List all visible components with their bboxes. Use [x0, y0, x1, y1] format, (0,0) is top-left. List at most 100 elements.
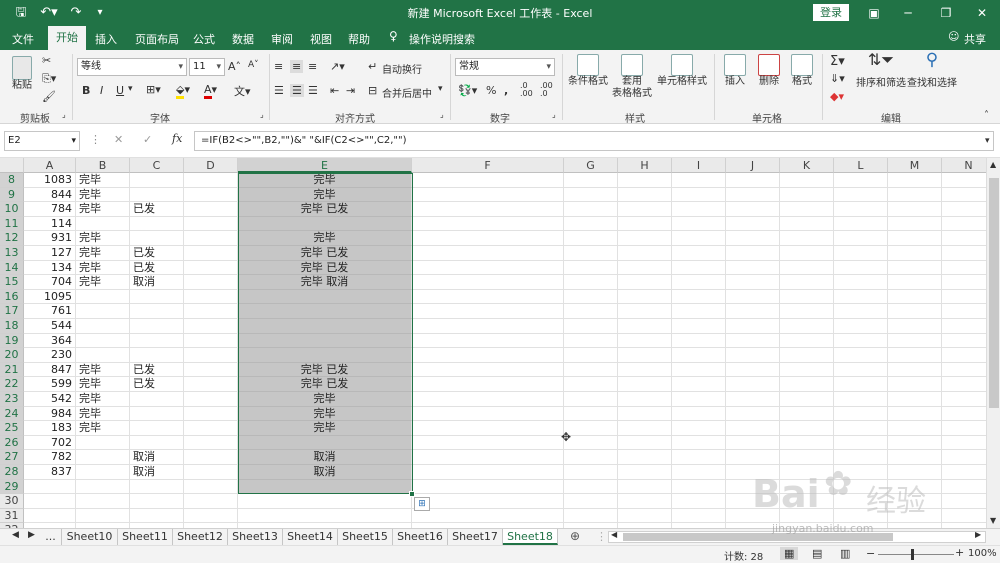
row-header[interactable]: 14	[0, 260, 24, 276]
border-icon[interactable]: ⊞▾	[146, 83, 161, 96]
cell-n9[interactable]	[942, 188, 986, 203]
cell-i8[interactable]	[672, 173, 726, 188]
cell-j16[interactable]	[726, 289, 780, 305]
cell-h8[interactable]	[618, 173, 672, 188]
cell-j17[interactable]	[726, 304, 780, 319]
cell-j21[interactable]	[726, 362, 780, 378]
cell-j19[interactable]	[726, 333, 780, 349]
column-header-i[interactable]: I	[672, 158, 726, 173]
cell-k22[interactable]	[780, 377, 834, 392]
cell-c16[interactable]	[130, 289, 184, 305]
decrease-indent-icon[interactable]: ⇤	[330, 84, 339, 97]
column-header-k[interactable]: K	[780, 158, 834, 173]
cell-d30[interactable]	[184, 494, 238, 509]
cell-m23[interactable]	[888, 392, 942, 407]
cell-d8[interactable]	[184, 173, 238, 188]
cell-d26[interactable]	[184, 435, 238, 451]
align-center-icon[interactable]: ☰	[290, 84, 304, 97]
paste-button[interactable]: 粘贴	[8, 56, 36, 92]
cell-b31[interactable]	[76, 508, 130, 524]
cell-m24[interactable]	[888, 406, 942, 422]
cell-n22[interactable]	[942, 377, 986, 392]
column-header-d[interactable]: D	[184, 158, 238, 173]
sheet-tab-sheet17[interactable]: Sheet17	[448, 529, 503, 545]
cell-g8[interactable]	[564, 173, 618, 188]
cell-c22[interactable]: 已发	[130, 377, 184, 392]
cell-f26[interactable]	[412, 435, 564, 451]
cell-l10[interactable]	[834, 202, 888, 217]
cell-g15[interactable]	[564, 275, 618, 290]
increase-decimal-icon[interactable]: .0.00	[520, 82, 533, 98]
dialog-launcher-icon[interactable]: ⌟	[552, 110, 556, 119]
cell-n14[interactable]	[942, 261, 986, 276]
dialog-launcher-icon[interactable]: ⌟	[440, 110, 444, 119]
cell-h27[interactable]	[618, 450, 672, 465]
cancel-icon[interactable]: ✕	[114, 133, 123, 146]
insert-function-icon[interactable]: fx	[172, 132, 182, 145]
cell-b30[interactable]	[76, 494, 130, 509]
cell-f9[interactable]	[412, 187, 564, 203]
currency-icon[interactable]: 💱▾	[458, 84, 477, 97]
cell-i14[interactable]	[672, 260, 726, 276]
cell-l11[interactable]	[834, 216, 888, 232]
collapse-ribbon-icon[interactable]: ˄	[984, 110, 989, 121]
wrap-text-button[interactable]: 自动换行	[382, 61, 422, 76]
cell-c15[interactable]: 取消	[130, 275, 184, 290]
cell-k12[interactable]	[780, 231, 834, 246]
cell-n25[interactable]	[942, 421, 986, 436]
cell-c13[interactable]: 已发	[130, 246, 184, 261]
cell-h24[interactable]	[618, 406, 672, 422]
cell-i17[interactable]	[672, 304, 726, 319]
cell-f22[interactable]	[412, 377, 564, 392]
cell-a17[interactable]: 761	[24, 304, 76, 319]
cell-j24[interactable]	[726, 406, 780, 422]
quick-analysis-icon[interactable]: ⊞	[414, 497, 430, 512]
row-header[interactable]: 12	[0, 231, 24, 246]
formula-input[interactable]: =IF(B2<>"",B2,"")&" "&IF(C2<>"",C2,"")	[194, 131, 994, 151]
cell-d10[interactable]	[184, 202, 238, 217]
cell-d31[interactable]	[184, 508, 238, 524]
restore-icon[interactable]: ❐	[934, 4, 958, 22]
cell-h26[interactable]	[618, 435, 672, 451]
cell-b8[interactable]: 完毕	[76, 173, 130, 188]
cell-k11[interactable]	[780, 216, 834, 232]
cell-f20[interactable]	[412, 348, 564, 363]
cell-d21[interactable]	[184, 362, 238, 378]
tab-review[interactable]: 审阅	[271, 31, 293, 47]
cell-l15[interactable]	[834, 275, 888, 290]
row-header[interactable]: 9	[0, 187, 24, 203]
format-as-table-button[interactable]: 套用 表格格式	[610, 54, 654, 100]
column-header-g[interactable]: G	[564, 158, 618, 173]
cell-d16[interactable]	[184, 289, 238, 305]
cell-n13[interactable]	[942, 246, 986, 261]
merge-dropdown-icon[interactable]: ▾	[438, 84, 443, 94]
cell-d12[interactable]	[184, 231, 238, 246]
cell-l24[interactable]	[834, 406, 888, 422]
tab-data[interactable]: 数据	[232, 31, 254, 47]
cell-m25[interactable]	[888, 421, 942, 436]
scroll-up-icon[interactable]: ▲	[990, 160, 996, 169]
row-header[interactable]: 11	[0, 216, 24, 232]
delete-cells-button[interactable]: 删除	[754, 54, 784, 88]
cell-b21[interactable]: 完毕	[76, 362, 130, 378]
cell-f29[interactable]	[412, 479, 564, 495]
cell-k14[interactable]	[780, 260, 834, 276]
cell-j27[interactable]	[726, 450, 780, 465]
cell-i31[interactable]	[672, 508, 726, 524]
cell-e17[interactable]	[238, 304, 412, 319]
cell-f23[interactable]	[412, 392, 564, 407]
tab-help[interactable]: 帮助	[348, 31, 370, 47]
cell-d13[interactable]	[184, 246, 238, 261]
cell-c12[interactable]	[130, 231, 184, 246]
cell-d9[interactable]	[184, 187, 238, 203]
cell-n10[interactable]	[942, 202, 986, 217]
cell-l21[interactable]	[834, 362, 888, 378]
cell-n11[interactable]	[942, 217, 986, 232]
scroll-thumb[interactable]	[989, 178, 999, 408]
cell-k24[interactable]	[780, 406, 834, 422]
cell-g20[interactable]	[564, 348, 618, 363]
cell-f11[interactable]	[412, 216, 564, 232]
cell-e9[interactable]: 完毕	[238, 187, 412, 203]
cell-e22[interactable]: 完毕 已发	[238, 377, 412, 392]
row-header[interactable]: 19	[0, 333, 24, 349]
